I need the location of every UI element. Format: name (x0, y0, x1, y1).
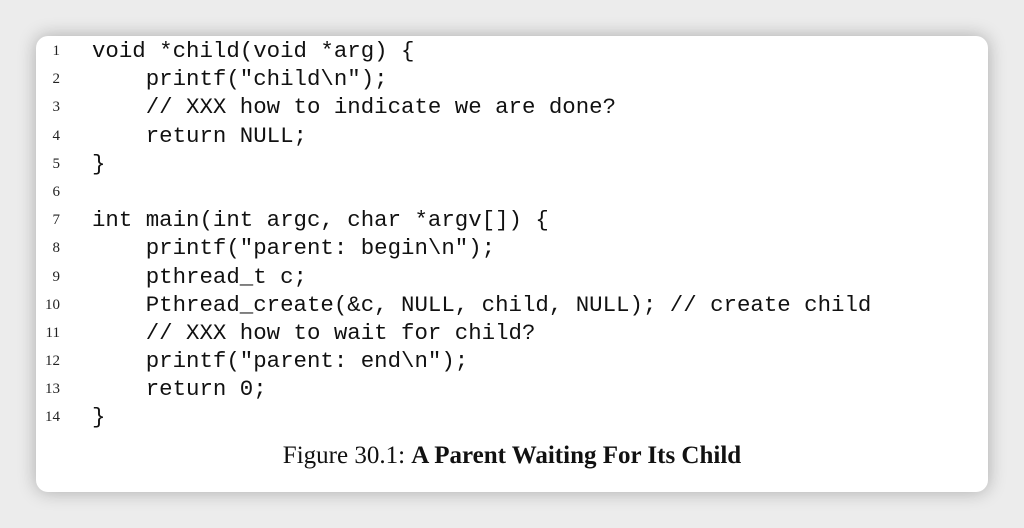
code-listing: 1 void *child(void *arg) { 2 printf("chi… (36, 37, 988, 432)
code-line: 8 printf("parent: begin\n"); (36, 234, 988, 262)
code-text: } (92, 404, 106, 431)
code-line: 6 (36, 178, 988, 206)
line-number: 11 (45, 324, 60, 341)
line-number: 3 (52, 99, 61, 116)
code-text: // XXX how to indicate we are done? (92, 94, 617, 121)
code-text: // XXX how to wait for child? (92, 319, 536, 346)
line-number: 6 (52, 183, 61, 200)
line-number: 1 (52, 43, 61, 59)
figure-label: Figure 30.1: (282, 442, 406, 469)
line-number: 13 (45, 381, 60, 398)
line-number: 12 (45, 353, 60, 370)
line-number: 4 (52, 127, 61, 144)
line-number: 2 (52, 71, 61, 88)
code-text: printf("child\n"); (92, 66, 388, 93)
code-line: 11 // XXX how to wait for child? (36, 319, 988, 347)
figure-caption: Figure 30.1: A Parent Waiting For Its Ch… (36, 442, 988, 470)
line-number: 14 (45, 409, 60, 426)
code-text: int main(int argc, char *argv[]) { (92, 207, 549, 234)
code-text: void *child(void *arg) { (92, 38, 415, 64)
document-card: 1 void *child(void *arg) { 2 printf("chi… (36, 36, 988, 492)
code-line: 10 Pthread_create(&c, NULL, child, NULL)… (36, 291, 988, 319)
line-number: 8 (52, 240, 61, 257)
line-number: 5 (52, 155, 61, 172)
code-line: 7 int main(int argc, char *argv[]) { (36, 206, 988, 234)
line-number: 9 (52, 268, 61, 285)
code-text: return NULL; (92, 122, 307, 149)
code-text: printf("parent: end\n"); (92, 348, 469, 375)
code-line: 14 } (36, 403, 988, 431)
code-line: 13 return 0; (36, 375, 988, 403)
code-line: 3 // XXX how to indicate we are done? (36, 93, 988, 121)
code-line: 5 } (36, 150, 988, 178)
code-line: 1 void *child(void *arg) { (36, 37, 988, 65)
code-text: } (92, 150, 106, 177)
figure-title: A Parent Waiting For Its Child (411, 442, 742, 469)
code-text: pthread_t c; (92, 263, 307, 290)
line-number: 10 (45, 296, 60, 313)
code-text: Pthread_create(&c, NULL, child, NULL); /… (92, 291, 872, 318)
code-text: printf("parent: begin\n"); (92, 235, 496, 262)
code-line: 2 printf("child\n"); (36, 65, 988, 93)
code-line: 4 return NULL; (36, 122, 988, 150)
code-line: 12 printf("parent: end\n"); (36, 347, 988, 375)
line-number: 7 (52, 212, 61, 229)
code-line: 9 pthread_t c; (36, 263, 988, 291)
code-text: return 0; (92, 376, 267, 403)
